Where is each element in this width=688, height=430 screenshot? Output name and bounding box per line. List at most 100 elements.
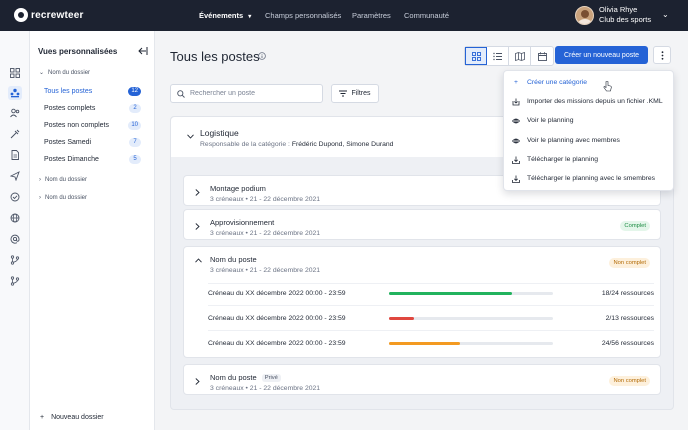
post-title-text: Approvisionnement	[210, 218, 275, 227]
menu-item-create-category[interactable]: + Créer une catégorie	[510, 75, 669, 90]
post-title: Montage podium	[210, 184, 266, 193]
menu-item-label: Télécharger le planning avec le smembres	[527, 175, 656, 182]
folder-toggle[interactable]: ⌄ Nom du dossier	[39, 69, 91, 77]
more-options-button[interactable]	[653, 46, 671, 64]
slot-row[interactable]: Créneau du XX décembre 2022 00:00 - 23:5…	[208, 312, 654, 324]
collapse-sidebar-icon[interactable]	[138, 46, 148, 58]
sidebar-item-tous-les-postes[interactable]: Tous les postes 12	[39, 84, 145, 98]
post-meta: 3 créneaux • 21 - 22 décembre 2021	[210, 385, 321, 392]
chevron-up-icon[interactable]	[195, 258, 202, 263]
menu-item-import-kml[interactable]: Importer des missions depuis un fichier …	[510, 94, 669, 109]
sidebar-item-postes-non-complets[interactable]: Postes non complets 10	[39, 118, 145, 132]
calendar-view-icon[interactable]	[531, 47, 553, 65]
dashboard-icon[interactable]	[8, 66, 22, 80]
slot-resources: 18/24 ressources	[601, 289, 654, 297]
slot-progress-fill	[389, 291, 512, 295]
count-badge: 12	[128, 86, 141, 96]
tools-icon[interactable]	[8, 127, 22, 141]
post-row[interactable]: Approvisionnement 3 créneaux • 21 - 22 d…	[183, 209, 661, 240]
menu-item-label: Créer une catégorie	[527, 79, 588, 86]
status-badge: Non complet	[609, 258, 650, 268]
filter-icon	[339, 90, 348, 97]
chevron-right-icon	[195, 378, 200, 385]
post-meta: 3 créneaux • 21 - 22 décembre 2021	[210, 196, 321, 203]
nav-item-champs-personnalises[interactable]: Champs personnalisés	[265, 11, 341, 20]
nav-item-parametres[interactable]: Paramètres	[352, 11, 391, 20]
menu-item-label: Voir le planning avec membres	[527, 137, 620, 144]
create-post-button[interactable]: Créer un nouveau poste	[555, 46, 648, 64]
plus-icon: +	[514, 79, 518, 86]
slot-resources: 2/13 ressources	[605, 314, 654, 322]
search-input[interactable]	[190, 90, 310, 97]
slot-row[interactable]: Créneau du XX décembre 2022 00:00 - 23:5…	[208, 337, 654, 349]
list-view-icon[interactable]	[487, 47, 509, 65]
slot-resources: 24/56 ressources	[601, 339, 654, 347]
divider	[208, 305, 654, 306]
team-icon[interactable]	[8, 86, 22, 100]
post-meta: 3 créneaux • 21 - 22 décembre 2021	[210, 230, 321, 237]
new-folder-label: Nouveau dossier	[51, 414, 104, 421]
divider	[208, 330, 654, 331]
map-view-icon[interactable]	[509, 47, 531, 65]
sidebar-item-postes-samedi[interactable]: Postes Samedi 7	[39, 135, 145, 149]
more-options-menu: + Créer une catégorie Importer des missi…	[503, 70, 674, 191]
sidebar-item-label: Postes Samedi	[44, 138, 92, 146]
count-badge: 5	[129, 154, 141, 164]
menu-item-view-planning[interactable]: Voir le planning	[510, 113, 669, 128]
sidebar-title: Vues personnalisées	[38, 47, 118, 56]
sidebar-item-label: Postes non complets	[44, 121, 109, 129]
logo-text: recrewteer	[31, 9, 84, 21]
post-title-text: Nom du poste	[210, 373, 257, 382]
menu-item-download-planning[interactable]: Télécharger le planning	[510, 152, 669, 167]
send-icon[interactable]	[8, 169, 22, 183]
user-name: Olivia Rhye	[599, 5, 638, 14]
document-icon[interactable]	[8, 148, 22, 162]
eye-icon	[512, 118, 520, 123]
chevron-down-icon: ⌄	[39, 70, 45, 76]
logo-mark-icon	[14, 8, 28, 22]
slot-progress-fill	[389, 316, 415, 320]
user-menu[interactable]: Olivia Rhye Club des sports ⌄	[575, 5, 669, 25]
grid-view-icon[interactable]	[465, 47, 487, 65]
sidebar-item-postes-dimanche[interactable]: Postes Dimanche 5	[39, 152, 145, 166]
slot-progress-fill	[389, 341, 460, 345]
nav-item-communaute[interactable]: Communauté	[404, 11, 449, 20]
manager-label: Responsable de la catégorie :	[200, 141, 290, 148]
post-meta: 3 créneaux • 21 - 22 décembre 2021	[210, 267, 321, 274]
slot-row[interactable]: Créneau du XX décembre 2022 00:00 - 23:5…	[208, 287, 654, 299]
sidebar-item-postes-complets[interactable]: Postes complets 2	[39, 101, 145, 115]
sidebar-item-label: Tous les postes	[44, 87, 93, 95]
eye-icon	[512, 138, 520, 143]
check-circle-icon[interactable]	[8, 190, 22, 204]
folder-label: Nom du dossier	[45, 177, 88, 183]
folder-toggle[interactable]: › Nom du dossier	[39, 195, 87, 201]
info-icon[interactable]	[258, 52, 266, 62]
menu-item-view-planning-members[interactable]: Voir le planning avec membres	[510, 133, 669, 148]
private-badge: Privé	[261, 373, 281, 382]
chevron-right-icon: ›	[39, 195, 41, 201]
globe-icon[interactable]	[8, 211, 22, 225]
slot-progress-bar	[389, 316, 553, 320]
slot-label: Créneau du XX décembre 2022 00:00 - 23:5…	[208, 339, 346, 347]
post-title: Nom du poste	[210, 255, 257, 264]
branch-alt-icon[interactable]	[8, 274, 22, 288]
view-switcher	[464, 46, 554, 66]
app-logo[interactable]: recrewteer	[14, 8, 84, 22]
menu-item-download-planning-members[interactable]: Télécharger le planning avec le smembres	[510, 171, 669, 186]
at-icon[interactable]	[8, 232, 22, 246]
chevron-right-icon: ›	[39, 177, 41, 183]
slot-label: Créneau du XX décembre 2022 00:00 - 23:5…	[208, 314, 346, 322]
branch-icon[interactable]	[8, 253, 22, 267]
post-row[interactable]: Nom du poste Privé 3 créneaux • 21 - 22 …	[183, 364, 661, 395]
nav-item-evenements[interactable]: Événements ▾	[199, 11, 251, 20]
menu-item-label: Télécharger le planning	[527, 156, 599, 163]
folder-label: Nom du dossier	[48, 69, 91, 76]
new-folder-button[interactable]: + Nouveau dossier	[40, 414, 104, 421]
chevron-down-icon: ▾	[248, 14, 252, 20]
folder-toggle[interactable]: › Nom du dossier	[39, 177, 87, 183]
users-icon[interactable]	[8, 106, 22, 120]
filters-button[interactable]: Filtres	[331, 84, 379, 103]
search-box	[170, 84, 323, 103]
import-icon	[512, 98, 520, 105]
slot-label: Créneau du XX décembre 2022 00:00 - 23:5…	[208, 289, 346, 297]
